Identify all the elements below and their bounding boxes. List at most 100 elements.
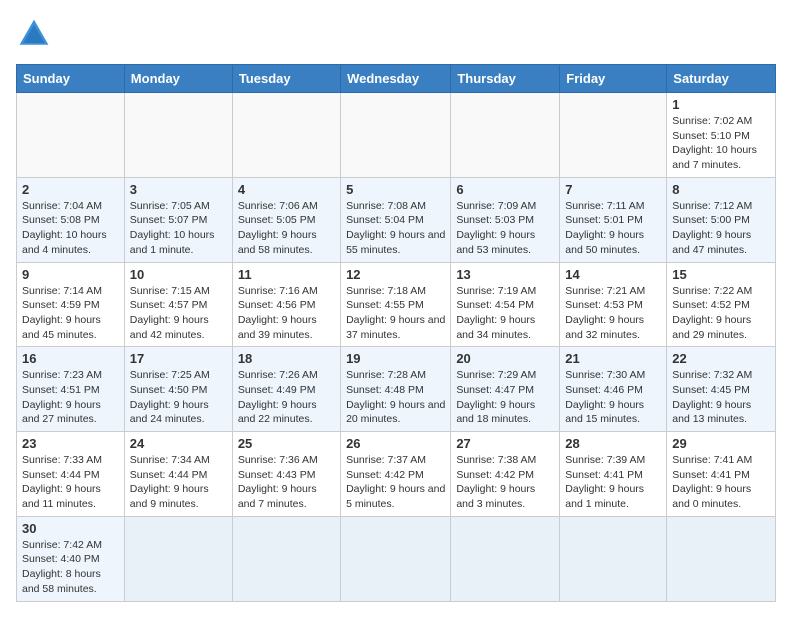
day-info: Sunrise: 7:19 AM Sunset: 4:54 PM Dayligh… (456, 284, 554, 343)
calendar-cell: 9 Sunrise: 7:14 AM Sunset: 4:59 PM Daylig… (17, 262, 125, 347)
logo-icon (16, 16, 52, 52)
day-number: 29 (672, 436, 770, 451)
week-row-2: 9 Sunrise: 7:14 AM Sunset: 4:59 PM Daylig… (17, 262, 776, 347)
calendar-cell: 13 Sunrise: 7:19 AM Sunset: 4:54 PM Dayli… (451, 262, 560, 347)
day-info: Sunrise: 7:06 AM Sunset: 5:05 PM Dayligh… (238, 199, 335, 258)
day-number: 24 (130, 436, 227, 451)
weekday-header-sunday: Sunday (17, 65, 125, 93)
day-info: Sunrise: 7:32 AM Sunset: 4:45 PM Dayligh… (672, 368, 770, 427)
day-number: 8 (672, 182, 770, 197)
calendar-cell: 27 Sunrise: 7:38 AM Sunset: 4:42 PM Dayli… (451, 432, 560, 517)
calendar-cell: 5 Sunrise: 7:08 AM Sunset: 5:04 PM Daylig… (341, 177, 451, 262)
calendar-cell: 7 Sunrise: 7:11 AM Sunset: 5:01 PM Daylig… (560, 177, 667, 262)
day-number: 14 (565, 267, 661, 282)
day-number: 21 (565, 351, 661, 366)
day-number: 13 (456, 267, 554, 282)
weekday-header-tuesday: Tuesday (232, 65, 340, 93)
day-number: 15 (672, 267, 770, 282)
calendar-cell: 22 Sunrise: 7:32 AM Sunset: 4:45 PM Dayli… (667, 347, 776, 432)
day-info: Sunrise: 7:11 AM Sunset: 5:01 PM Dayligh… (565, 199, 661, 258)
day-number: 3 (130, 182, 227, 197)
day-info: Sunrise: 7:08 AM Sunset: 5:04 PM Dayligh… (346, 199, 445, 258)
week-row-3: 16Sunrise: 7:23 AM Sunset: 4:51 PM Dayli… (17, 347, 776, 432)
calendar-cell: 4Sunrise: 7:06 AM Sunset: 5:05 PM Daylig… (232, 177, 340, 262)
day-info: Sunrise: 7:25 AM Sunset: 4:50 PM Dayligh… (130, 368, 227, 427)
calendar-cell: 26 Sunrise: 7:37 AM Sunset: 4:42 PM Dayli… (341, 432, 451, 517)
calendar-cell: 10Sunrise: 7:15 AM Sunset: 4:57 PM Dayli… (124, 262, 232, 347)
calendar-cell: 25Sunrise: 7:36 AM Sunset: 4:43 PM Dayli… (232, 432, 340, 517)
day-number: 9 (22, 267, 119, 282)
day-info: Sunrise: 7:29 AM Sunset: 4:47 PM Dayligh… (456, 368, 554, 427)
calendar-cell: 12 Sunrise: 7:18 AM Sunset: 4:55 PM Dayli… (341, 262, 451, 347)
calendar-cell: 21 Sunrise: 7:30 AM Sunset: 4:46 PM Dayli… (560, 347, 667, 432)
calendar-cell: 11 Sunrise: 7:16 AM Sunset: 4:56 PM Dayli… (232, 262, 340, 347)
day-info: Sunrise: 7:30 AM Sunset: 4:46 PM Dayligh… (565, 368, 661, 427)
calendar-cell (232, 516, 340, 601)
day-info: Sunrise: 7:02 AM Sunset: 5:10 PM Dayligh… (672, 114, 770, 173)
weekday-header-friday: Friday (560, 65, 667, 93)
calendar-cell: 6 Sunrise: 7:09 AM Sunset: 5:03 PM Daylig… (451, 177, 560, 262)
day-number: 27 (456, 436, 554, 451)
day-number: 11 (238, 267, 335, 282)
calendar-cell: 1 Sunrise: 7:02 AM Sunset: 5:10 PM Daylig… (667, 93, 776, 178)
day-number: 2 (22, 182, 119, 197)
day-number: 26 (346, 436, 445, 451)
calendar-cell (451, 93, 560, 178)
calendar-cell (341, 93, 451, 178)
day-number: 5 (346, 182, 445, 197)
calendar-cell: 28 Sunrise: 7:39 AM Sunset: 4:41 PM Dayli… (560, 432, 667, 517)
day-number: 22 (672, 351, 770, 366)
day-info: Sunrise: 7:37 AM Sunset: 4:42 PM Dayligh… (346, 453, 445, 512)
day-info: Sunrise: 7:38 AM Sunset: 4:42 PM Dayligh… (456, 453, 554, 512)
calendar-cell (560, 93, 667, 178)
week-row-5: 30 Sunrise: 7:42 AM Sunset: 4:40 PM Dayli… (17, 516, 776, 601)
day-number: 23 (22, 436, 119, 451)
day-info: Sunrise: 7:16 AM Sunset: 4:56 PM Dayligh… (238, 284, 335, 343)
day-number: 20 (456, 351, 554, 366)
day-number: 30 (22, 521, 119, 536)
week-row-1: 2 Sunrise: 7:04 AM Sunset: 5:08 PM Daylig… (17, 177, 776, 262)
day-info: Sunrise: 7:28 AM Sunset: 4:48 PM Dayligh… (346, 368, 445, 427)
calendar-cell: 20 Sunrise: 7:29 AM Sunset: 4:47 PM Dayli… (451, 347, 560, 432)
calendar-cell: 24Sunrise: 7:34 AM Sunset: 4:44 PM Dayli… (124, 432, 232, 517)
calendar-cell (232, 93, 340, 178)
calendar-cell: 23Sunrise: 7:33 AM Sunset: 4:44 PM Dayli… (17, 432, 125, 517)
day-info: Sunrise: 7:26 AM Sunset: 4:49 PM Dayligh… (238, 368, 335, 427)
weekday-header-row: SundayMondayTuesdayWednesdayThursdayFrid… (17, 65, 776, 93)
day-number: 28 (565, 436, 661, 451)
day-info: Sunrise: 7:23 AM Sunset: 4:51 PM Dayligh… (22, 368, 119, 427)
day-number: 6 (456, 182, 554, 197)
day-number: 12 (346, 267, 445, 282)
calendar-cell: 30 Sunrise: 7:42 AM Sunset: 4:40 PM Dayli… (17, 516, 125, 601)
weekday-header-thursday: Thursday (451, 65, 560, 93)
calendar-cell (341, 516, 451, 601)
calendar-cell (667, 516, 776, 601)
day-info: Sunrise: 7:14 AM Sunset: 4:59 PM Dayligh… (22, 284, 119, 343)
calendar-cell: 3 Sunrise: 7:05 AM Sunset: 5:07 PM Daylig… (124, 177, 232, 262)
day-info: Sunrise: 7:09 AM Sunset: 5:03 PM Dayligh… (456, 199, 554, 258)
day-number: 18 (238, 351, 335, 366)
day-number: 1 (672, 97, 770, 112)
calendar-cell: 19Sunrise: 7:28 AM Sunset: 4:48 PM Dayli… (341, 347, 451, 432)
logo (16, 16, 56, 52)
week-row-0: 1 Sunrise: 7:02 AM Sunset: 5:10 PM Daylig… (17, 93, 776, 178)
calendar-cell: 17 Sunrise: 7:25 AM Sunset: 4:50 PM Dayli… (124, 347, 232, 432)
day-info: Sunrise: 7:15 AM Sunset: 4:57 PM Dayligh… (130, 284, 227, 343)
day-info: Sunrise: 7:04 AM Sunset: 5:08 PM Dayligh… (22, 199, 119, 258)
day-info: Sunrise: 7:05 AM Sunset: 5:07 PM Dayligh… (130, 199, 227, 258)
day-info: Sunrise: 7:39 AM Sunset: 4:41 PM Dayligh… (565, 453, 661, 512)
day-info: Sunrise: 7:36 AM Sunset: 4:43 PM Dayligh… (238, 453, 335, 512)
calendar-cell: 18 Sunrise: 7:26 AM Sunset: 4:49 PM Dayli… (232, 347, 340, 432)
day-info: Sunrise: 7:18 AM Sunset: 4:55 PM Dayligh… (346, 284, 445, 343)
calendar-cell (17, 93, 125, 178)
calendar-cell: 14Sunrise: 7:21 AM Sunset: 4:53 PM Dayli… (560, 262, 667, 347)
calendar-cell: 8Sunrise: 7:12 AM Sunset: 5:00 PM Daylig… (667, 177, 776, 262)
calendar-cell: 2 Sunrise: 7:04 AM Sunset: 5:08 PM Daylig… (17, 177, 125, 262)
weekday-header-saturday: Saturday (667, 65, 776, 93)
day-info: Sunrise: 7:41 AM Sunset: 4:41 PM Dayligh… (672, 453, 770, 512)
day-number: 7 (565, 182, 661, 197)
day-info: Sunrise: 7:42 AM Sunset: 4:40 PM Dayligh… (22, 538, 119, 597)
day-number: 17 (130, 351, 227, 366)
calendar-cell (560, 516, 667, 601)
page-header (16, 16, 776, 52)
